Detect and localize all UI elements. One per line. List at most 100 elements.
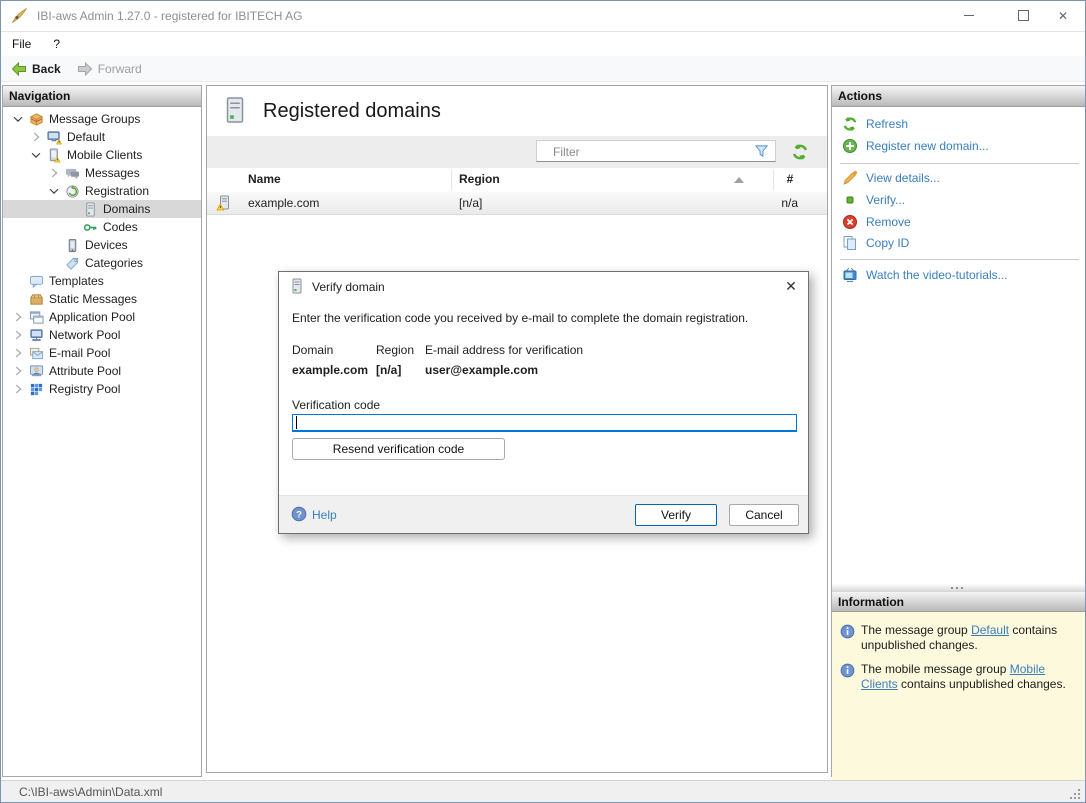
dialog-message: Enter the verification code you received…	[292, 311, 797, 325]
sidebar-item-attribute-pool[interactable]: Attribute Pool	[3, 362, 201, 380]
sidebar-item-label: Static Messages	[49, 292, 137, 306]
sidebar-item-label: Domains	[103, 202, 150, 216]
sidebar-item-default[interactable]: Default	[3, 128, 201, 146]
column-header-region[interactable]: Region	[459, 172, 500, 186]
person-icon	[29, 363, 47, 379]
chevron-right-icon[interactable]	[11, 363, 29, 379]
info-text: The message group	[861, 623, 971, 637]
help-icon[interactable]: ?	[291, 506, 307, 522]
sidebar-item-message-groups[interactable]: Message Groups	[3, 110, 201, 128]
chevron-right-icon[interactable]	[11, 345, 29, 361]
sidebar-item-categories[interactable]: Categories	[3, 254, 201, 272]
sidebar-item-label: Application Pool	[49, 310, 135, 324]
close-button[interactable]: ✕	[1041, 1, 1085, 30]
refresh-icon	[842, 116, 858, 132]
chevron-right-icon[interactable]	[11, 381, 29, 397]
sidebar-item-codes[interactable]: Codes	[3, 218, 201, 236]
help-link[interactable]: Help	[312, 508, 337, 522]
sidebar-item-mobile-clients[interactable]: Mobile Clients	[3, 146, 201, 164]
table-row[interactable]: example.com [n/a] n/a	[207, 192, 827, 215]
maximize-button[interactable]	[1001, 1, 1045, 30]
region-value: [n/a]	[376, 363, 401, 377]
sidebar-item-devices[interactable]: Devices	[3, 236, 201, 254]
action-register-new-domain[interactable]: Register new domain...	[832, 136, 1085, 156]
sidebar-item-email-pool[interactable]: E-mail Pool	[3, 344, 201, 362]
action-copy-id[interactable]: Copy ID	[832, 233, 1085, 253]
info-icon	[840, 663, 855, 678]
registration-icon	[65, 183, 83, 199]
server-icon	[83, 201, 101, 217]
menu-file[interactable]: File	[1, 32, 42, 56]
menu-help[interactable]: ?	[42, 32, 71, 56]
filter-funnel-icon[interactable]	[754, 144, 769, 159]
verify-domain-dialog: Verify domain ✕ Enter the verification c…	[278, 271, 809, 534]
verify-button[interactable]: Verify	[635, 504, 717, 526]
box-icon	[29, 291, 47, 307]
navigation-header: Navigation	[3, 86, 201, 107]
info-text: The mobile message group	[861, 662, 1010, 676]
resend-verification-button[interactable]: Resend verification code	[292, 438, 505, 460]
title-bar: IBI-aws Admin 1.27.0 - registered for IB…	[1, 1, 1085, 32]
filter-input[interactable]	[539, 142, 761, 162]
sidebar-item-application-pool[interactable]: Application Pool	[3, 308, 201, 326]
cell-name: example.com	[248, 196, 319, 210]
info-item: The mobile message group Mobile Clients …	[832, 662, 1085, 692]
status-file-path: C:\IBI-aws\Admin\Data.xml	[19, 781, 162, 803]
sidebar-item-label: Registry Pool	[49, 382, 120, 396]
verification-code-input[interactable]	[292, 414, 797, 432]
information-header: Information	[832, 592, 1085, 612]
action-watch-video-tutorials[interactable]: Watch the video-tutorials...	[832, 265, 1085, 285]
panel-splitter[interactable]	[832, 584, 1085, 592]
email-value: user@example.com	[425, 363, 538, 377]
cell-region: [n/a]	[459, 196, 482, 210]
sidebar-item-label: Attribute Pool	[49, 364, 121, 378]
cancel-button[interactable]: Cancel	[729, 504, 799, 526]
sidebar-item-label: Categories	[85, 256, 143, 270]
toolbar: Back Forward	[1, 56, 1085, 82]
chevron-right-icon[interactable]	[11, 309, 29, 325]
dialog-footer: ? Help Verify Cancel	[279, 495, 808, 533]
grid-icon	[29, 381, 47, 397]
network-icon	[29, 327, 47, 343]
dialog-title: Verify domain	[312, 280, 385, 294]
app-window: IBI-aws Admin 1.27.0 - registered for IB…	[0, 0, 1086, 803]
back-button[interactable]: Back	[5, 58, 67, 80]
refresh-icon[interactable]	[791, 143, 809, 161]
sidebar-item-registry-pool[interactable]: Registry Pool	[3, 380, 201, 398]
domain-value: example.com	[292, 363, 368, 377]
column-header-name[interactable]: Name	[248, 172, 281, 186]
phone-icon	[65, 237, 83, 253]
tv-icon	[842, 267, 858, 283]
sidebar-item-label: Message Groups	[49, 112, 140, 126]
action-view-details[interactable]: View details...	[832, 168, 1085, 188]
right-panel: Actions Refresh Register new domain... V…	[831, 85, 1086, 777]
resize-grip[interactable]	[1069, 788, 1081, 800]
chevron-right-icon[interactable]	[47, 165, 65, 181]
column-header-count[interactable]: #	[781, 172, 799, 186]
sidebar-item-registration[interactable]: Registration	[3, 182, 201, 200]
sidebar-item-templates[interactable]: Templates	[3, 272, 201, 290]
chevron-right-icon[interactable]	[11, 327, 29, 343]
info-text: contains unpublished changes.	[898, 677, 1066, 691]
action-verify[interactable]: Verify...	[832, 190, 1085, 210]
sidebar-item-static-messages[interactable]: Static Messages	[3, 290, 201, 308]
back-arrow-icon	[11, 61, 27, 77]
sidebar-item-messages[interactable]: Messages	[3, 164, 201, 182]
monitor-warning-icon	[47, 129, 65, 145]
forward-button[interactable]: Forward	[71, 58, 148, 80]
sidebar-item-domains[interactable]: Domains	[3, 200, 201, 218]
minimize-button[interactable]	[947, 1, 991, 30]
chevron-down-icon[interactable]	[11, 111, 29, 127]
sidebar-item-network-pool[interactable]: Network Pool	[3, 326, 201, 344]
chevron-down-icon[interactable]	[29, 147, 47, 163]
chevron-right-icon[interactable]	[29, 129, 47, 145]
registered-domains-icon	[223, 95, 247, 125]
sort-ascending-icon	[734, 177, 744, 183]
action-remove[interactable]: Remove	[832, 212, 1085, 232]
navigation-panel: Navigation Message Groups Default Mobile…	[2, 85, 202, 777]
action-refresh[interactable]: Refresh	[832, 114, 1085, 134]
link-default[interactable]: Default	[971, 623, 1009, 637]
chevron-down-icon[interactable]	[47, 183, 65, 199]
dialog-close-icon[interactable]: ✕	[780, 276, 802, 296]
email-icon	[29, 345, 47, 361]
